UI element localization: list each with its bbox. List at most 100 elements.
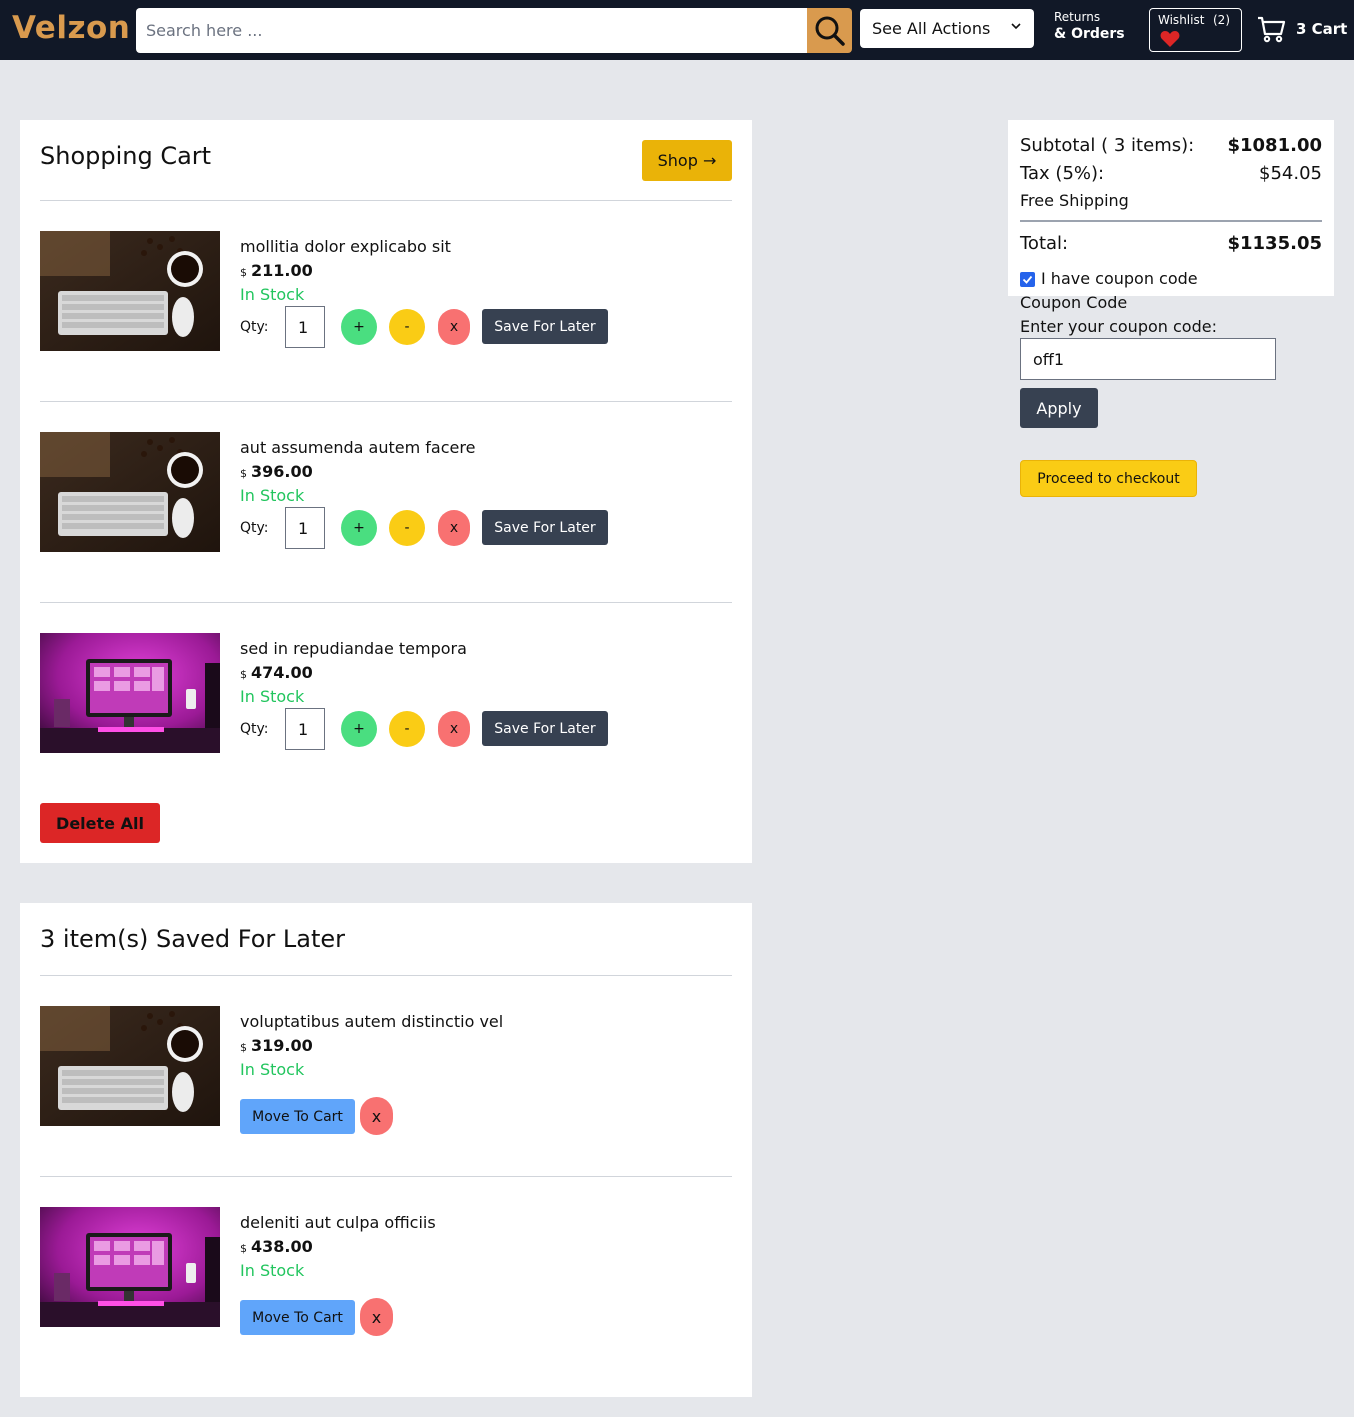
total-row: Total: $1135.05	[1020, 233, 1322, 254]
increase-qty-button[interactable]: +	[341, 510, 377, 546]
divider	[40, 401, 732, 402]
remove-item-button[interactable]: x	[438, 309, 470, 345]
move-to-cart-button[interactable]: Move To Cart	[240, 1300, 355, 1335]
product-name[interactable]: deleniti aut culpa officiis	[240, 1213, 436, 1232]
coupon-checkbox[interactable]	[1020, 272, 1035, 287]
divider	[40, 602, 732, 603]
coupon-prompt: Enter your coupon code:	[1020, 317, 1217, 336]
checkmark-icon	[1022, 275, 1033, 284]
search-input[interactable]	[136, 8, 808, 53]
currency-symbol: $	[240, 467, 247, 480]
move-to-cart-button[interactable]: Move To Cart	[240, 1099, 355, 1134]
qty-label: Qty:	[240, 520, 269, 536]
total-value: $1135.05	[1227, 233, 1322, 254]
orders-label: & Orders	[1054, 26, 1125, 42]
product-price: $396.00	[240, 462, 313, 481]
product-image[interactable]	[40, 432, 220, 552]
divider	[40, 975, 732, 976]
logo[interactable]: Velzon	[12, 10, 130, 46]
price-value: 319.00	[251, 1036, 313, 1055]
proceed-to-checkout-button[interactable]: Proceed to checkout	[1020, 460, 1197, 497]
save-for-later-button[interactable]: Save For Later	[482, 711, 608, 746]
stock-status: In Stock	[240, 1261, 305, 1280]
returns-label: Returns	[1054, 10, 1101, 24]
product-price: $319.00	[240, 1036, 313, 1055]
currency-symbol: $	[240, 668, 247, 681]
currency-symbol: $	[240, 1242, 247, 1255]
save-for-later-button[interactable]: Save For Later	[482, 309, 608, 344]
apply-coupon-button[interactable]: Apply	[1020, 388, 1098, 428]
product-image[interactable]	[40, 633, 220, 753]
product-price: $438.00	[240, 1237, 313, 1256]
coupon-checkbox-label[interactable]: I have coupon code	[1041, 269, 1198, 288]
wishlist-label: Wishlist	[1158, 13, 1205, 27]
subtotal-label: Subtotal ( 3 items):	[1020, 135, 1195, 156]
shop-button[interactable]: Shop →	[642, 140, 732, 181]
subtotal-row: Subtotal ( 3 items): $1081.00	[1020, 135, 1322, 156]
subtotal-value: $1081.00	[1227, 135, 1322, 156]
qty-label: Qty:	[240, 721, 269, 737]
product-price: $474.00	[240, 663, 313, 682]
delete-all-button[interactable]: Delete All	[40, 803, 160, 843]
decrease-qty-button[interactable]: -	[389, 309, 425, 345]
stock-status: In Stock	[240, 486, 305, 505]
price-value: 211.00	[251, 261, 313, 280]
returns-orders-link[interactable]: Returns & Orders	[1054, 10, 1125, 42]
save-for-later-button[interactable]: Save For Later	[482, 510, 608, 545]
price-value: 438.00	[251, 1237, 313, 1256]
shopping-cart-panel: Shopping Cart Shop → mollitia dolor expl…	[20, 120, 752, 863]
actions-dropdown-label: See All Actions	[872, 19, 991, 38]
increase-qty-button[interactable]: +	[341, 309, 377, 345]
decrease-qty-button[interactable]: -	[389, 510, 425, 546]
chevron-down-icon	[1011, 23, 1021, 30]
order-summary: Subtotal ( 3 items): $1081.00 Tax (5%): …	[1008, 120, 1334, 296]
search-button[interactable]	[807, 8, 852, 53]
price-value: 474.00	[251, 663, 313, 682]
stock-status: In Stock	[240, 285, 305, 304]
shipping-note: Free Shipping	[1020, 191, 1129, 210]
currency-symbol: $	[240, 266, 247, 279]
product-image[interactable]	[40, 1207, 220, 1327]
product-price: $211.00	[240, 261, 313, 280]
cart-label: 3 Cart	[1296, 20, 1348, 38]
top-navbar: Velzon See All Actions Returns & Orders …	[0, 0, 1354, 60]
actions-dropdown[interactable]: See All Actions	[860, 9, 1034, 48]
product-image[interactable]	[40, 231, 220, 351]
cart-title: Shopping Cart	[40, 142, 212, 170]
saved-for-later-panel: 3 item(s) Saved For Later voluptatibus a…	[20, 903, 752, 1397]
price-value: 396.00	[251, 462, 313, 481]
remove-item-button[interactable]: x	[438, 510, 470, 546]
product-image[interactable]	[40, 1006, 220, 1126]
tax-label: Tax (5%):	[1020, 163, 1105, 184]
divider	[40, 1176, 732, 1177]
cart-link[interactable]: 3 Cart	[1256, 14, 1347, 44]
heart-icon	[1160, 31, 1180, 47]
wishlist-count: (2)	[1213, 13, 1230, 27]
remove-saved-item-button[interactable]: x	[360, 1298, 393, 1336]
quantity-input[interactable]	[285, 306, 325, 348]
cart-icon	[1258, 16, 1286, 43]
decrease-qty-button[interactable]: -	[389, 711, 425, 747]
saved-title: 3 item(s) Saved For Later	[40, 925, 346, 953]
currency-symbol: $	[240, 1041, 247, 1054]
increase-qty-button[interactable]: +	[341, 711, 377, 747]
coupon-input[interactable]	[1020, 338, 1276, 380]
product-name[interactable]: mollitia dolor explicabo sit	[240, 237, 451, 256]
coupon-title: Coupon Code	[1020, 293, 1128, 312]
stock-status: In Stock	[240, 1060, 305, 1079]
divider	[40, 200, 732, 201]
total-label: Total:	[1020, 233, 1069, 254]
divider	[1020, 220, 1322, 222]
stock-status: In Stock	[240, 687, 305, 706]
qty-label: Qty:	[240, 319, 269, 335]
remove-saved-item-button[interactable]: x	[360, 1097, 393, 1135]
search-icon	[815, 16, 845, 46]
quantity-input[interactable]	[285, 507, 325, 549]
remove-item-button[interactable]: x	[438, 711, 470, 747]
tax-value: $54.05	[1259, 163, 1322, 184]
quantity-input[interactable]	[285, 708, 325, 750]
product-name[interactable]: aut assumenda autem facere	[240, 438, 475, 457]
wishlist-button[interactable]: Wishlist (2)	[1149, 8, 1242, 52]
product-name[interactable]: voluptatibus autem distinctio vel	[240, 1012, 503, 1031]
product-name[interactable]: sed in repudiandae tempora	[240, 639, 467, 658]
